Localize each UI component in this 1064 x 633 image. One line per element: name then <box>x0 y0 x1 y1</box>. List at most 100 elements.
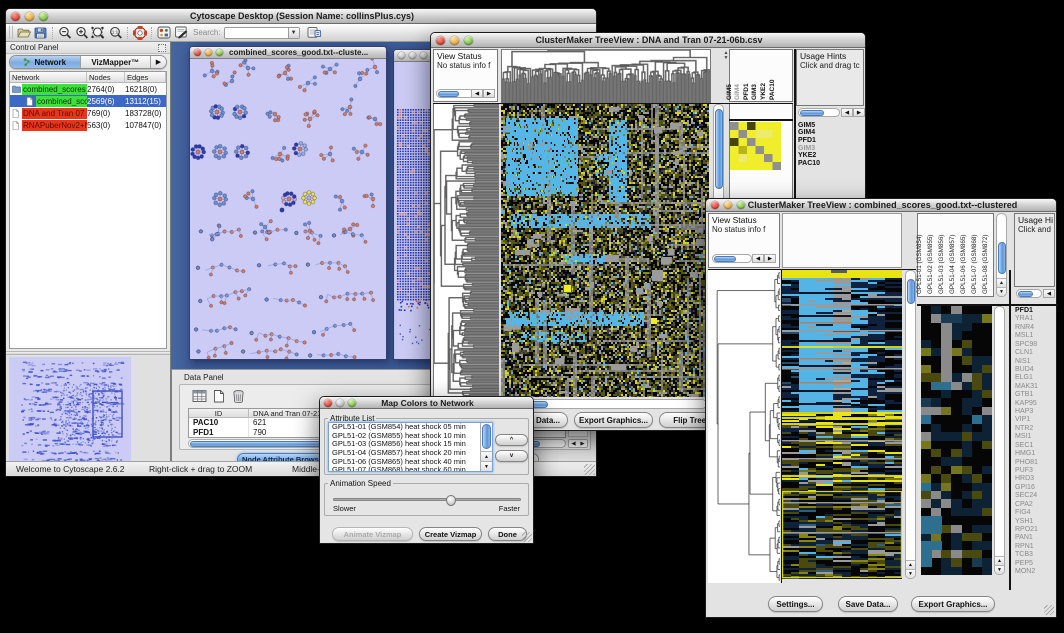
scroll-up-arrow[interactable]: ▲ <box>997 278 1006 287</box>
search-input[interactable] <box>226 28 286 38</box>
resize-grip[interactable] <box>584 464 595 475</box>
scroll-right-arrow[interactable]: ▶ <box>764 254 776 263</box>
t2-save-data-button[interactable]: Save Data... <box>838 596 898 612</box>
t2-zoom-scroll-arrows[interactable]: ▲▼ <box>995 556 1004 574</box>
treeview2-titlebar[interactable]: ClusterMaker TreeView : combined_scores_… <box>706 199 1056 212</box>
zoom-out-icon[interactable] <box>56 25 73 40</box>
zoom-button[interactable] <box>216 49 223 56</box>
attribute-browser-icon[interactable] <box>306 25 323 40</box>
scroll-down-arrow[interactable]: ▼ <box>481 461 492 471</box>
speed-slider[interactable] <box>333 498 521 501</box>
t2-heatmap-vscrollbar[interactable]: ▲▼ <box>905 270 916 579</box>
attribute-item-5[interactable]: GPL51-07 (GSM868) heat shock 60 min <box>329 466 492 472</box>
t2-row-dendrogram[interactable] <box>708 270 780 583</box>
resize-grip[interactable] <box>522 532 532 542</box>
open-file-icon[interactable] <box>15 25 32 40</box>
scroll-right-arrow[interactable]: ▶ <box>483 89 495 98</box>
scrollbar-thumb[interactable] <box>998 242 1006 274</box>
minimize-button[interactable] <box>409 52 416 59</box>
float-panel-icon[interactable] <box>158 44 166 52</box>
scrollbar-thumb[interactable] <box>438 91 459 97</box>
annotation-icon[interactable] <box>172 25 189 40</box>
zoom-button[interactable] <box>737 201 745 209</box>
network-view-1-titlebar[interactable]: combined_scores_good.txt--cluste... <box>190 47 386 59</box>
scrollbar-thumb[interactable] <box>800 110 824 116</box>
t1-status-scroll-arrows[interactable]: ◀▶ <box>471 89 495 98</box>
t2-status-hscrollbar[interactable] <box>712 254 752 263</box>
zoom-button[interactable] <box>348 399 356 407</box>
network-row-1[interactable]: combined_sco2569(6)13112(15) <box>10 95 166 107</box>
zoom-button[interactable] <box>39 12 48 21</box>
animate-vizmap-button[interactable]: Animate Vizmap <box>332 527 413 541</box>
close-button[interactable] <box>711 201 719 209</box>
t2-labels-vscrollbar[interactable]: ▲▼ <box>996 213 1007 297</box>
scroll-right-arrow[interactable]: ▶ <box>578 440 587 447</box>
minimize-button[interactable] <box>205 49 212 56</box>
scrollbar-thumb[interactable] <box>482 424 491 449</box>
scroll-up-arrow[interactable]: ▲ <box>995 556 1004 565</box>
close-button[interactable] <box>11 12 20 21</box>
attribute-list-vscrollbar[interactable]: ▲ ▼ <box>480 423 492 471</box>
main-titlebar[interactable]: Cytoscape Desktop (Session Name: collins… <box>6 9 596 24</box>
scroll-up-arrow[interactable]: ▲ <box>481 451 492 461</box>
network-view-1-canvas[interactable] <box>190 59 385 359</box>
scroll-right-arrow[interactable]: ▶ <box>853 108 865 117</box>
help-lifesaver-icon[interactable] <box>131 25 148 40</box>
treeview1-titlebar[interactable]: ClusterMaker TreeView : DNA and Tran 07-… <box>431 33 865 48</box>
scrollbar-thumb[interactable] <box>907 279 915 304</box>
t1-heatmap[interactable] <box>501 104 709 397</box>
scroll-left-arrow[interactable]: ◀ <box>752 254 764 263</box>
birdseye-canvas[interactable] <box>9 357 131 466</box>
column-header-network[interactable]: Network <box>10 72 87 82</box>
resize-grip[interactable] <box>1044 605 1054 615</box>
scrollbar-thumb[interactable] <box>714 256 736 262</box>
search-combobox[interactable]: ▼ <box>224 27 300 39</box>
window-network-view-1[interactable]: combined_scores_good.txt--cluste... <box>189 46 387 360</box>
move-down-button[interactable]: v <box>495 450 528 462</box>
minimize-button[interactable] <box>336 399 344 407</box>
t2-usage-scroll-arrows[interactable]: ◀ <box>1043 289 1055 298</box>
minimize-button[interactable] <box>724 201 732 209</box>
data-panel-hscroll-arrows[interactable]: ◀▶ <box>568 439 588 448</box>
scroll-left-arrow[interactable]: ◀ <box>1043 289 1055 298</box>
t1-column-dendrogram[interactable] <box>501 49 711 104</box>
network-row-2[interactable]: DNA and Tran 07769(0)183728(0) <box>10 107 166 119</box>
zoom-fit-icon[interactable]: 1:1 <box>107 25 124 40</box>
scrollbar-thumb[interactable] <box>1018 291 1033 297</box>
scroll-left-arrow[interactable]: ◀ <box>471 89 483 98</box>
scroll-down-arrow[interactable]: ▼ <box>997 287 1006 296</box>
t2-settings-button[interactable]: Settings... <box>768 596 823 612</box>
search-dropdown-arrow[interactable]: ▼ <box>288 28 299 38</box>
t1-row-dendrogram[interactable] <box>433 104 499 397</box>
slider-thumb[interactable] <box>446 495 456 506</box>
zoom-button[interactable] <box>464 36 473 45</box>
column-header-id[interactable]: ID <box>189 409 249 417</box>
t2-zoom-vscrollbar[interactable]: ▲▼ <box>994 306 1005 575</box>
t2-export-graphics-button[interactable]: Export Graphics... <box>911 596 995 612</box>
close-button[interactable] <box>436 36 445 45</box>
minimize-button[interactable] <box>450 36 459 45</box>
scrollbar-thumb[interactable] <box>715 109 723 189</box>
attribute-list[interactable]: GPL51-01 (GSM854) heat shock 05 minGPL51… <box>328 422 493 472</box>
t2-vscroll-arrows[interactable]: ▲▼ <box>906 560 915 578</box>
birdseye-view-panel[interactable] <box>6 355 170 461</box>
create-vizmap-button[interactable]: Create Vizmap <box>419 527 482 541</box>
tab-vizmapper[interactable]: VizMapper™ <box>81 56 152 68</box>
t2-status-scroll-arrows[interactable]: ◀▶ <box>752 254 776 263</box>
network-row-3[interactable]: RNAPuberNov2+N563(0)107847(0) <box>10 119 166 131</box>
dialog-titlebar[interactable]: Map Colors to Network <box>320 397 533 409</box>
close-button[interactable] <box>194 49 201 56</box>
column-header-nodes[interactable]: Nodes <box>87 72 125 82</box>
t2-zoom-heatmap[interactable] <box>921 306 992 575</box>
t1-export-graphics-button[interactable]: Export Graphics... <box>574 412 653 428</box>
t1-usage-scroll-arrows[interactable]: ◀▶ <box>841 108 865 117</box>
minimize-button[interactable] <box>25 12 34 21</box>
new-attribute-icon[interactable] <box>212 389 228 405</box>
scroll-down-arrow[interactable]: ▼ <box>906 569 915 578</box>
zoom-button[interactable] <box>420 52 427 59</box>
vizmapper-icon[interactable] <box>155 25 172 40</box>
attribute-grid-icon[interactable] <box>192 389 208 405</box>
t1-status-hscrollbar[interactable] <box>436 89 474 98</box>
tab-overflow-arrow[interactable]: ▶ <box>151 56 166 68</box>
scroll-down-arrow[interactable]: ▼ <box>995 565 1004 574</box>
